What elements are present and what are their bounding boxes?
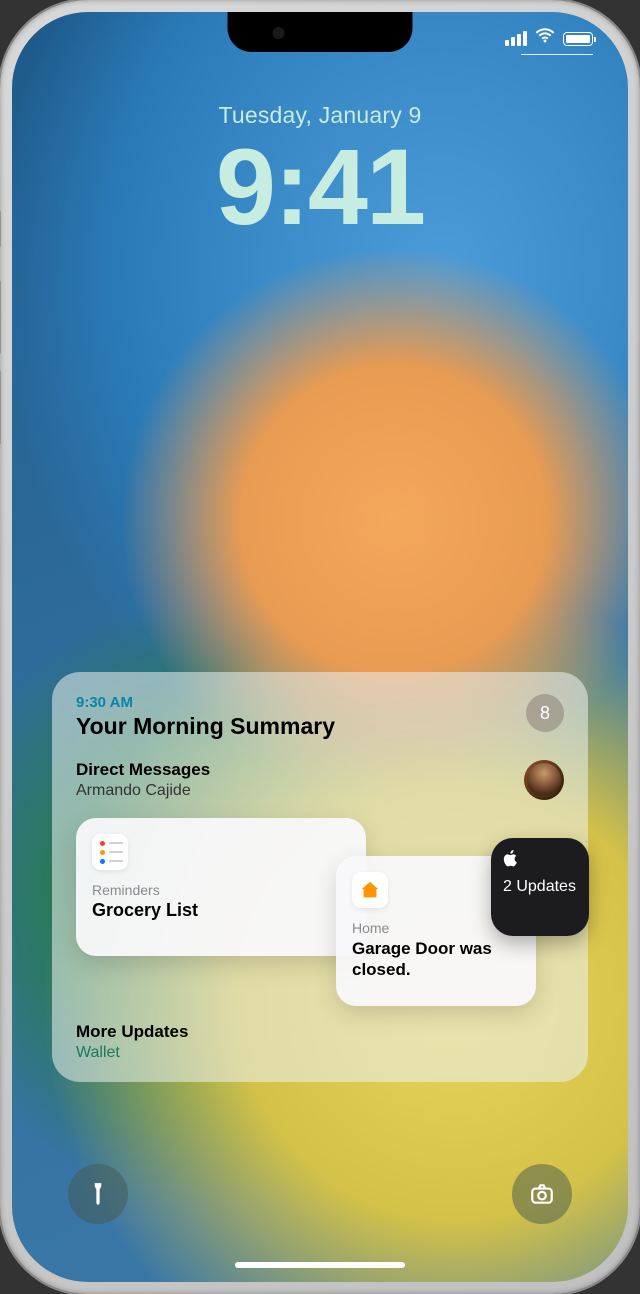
reminders-app-name: Reminders bbox=[92, 882, 350, 898]
summary-time: 9:30 AM bbox=[76, 694, 564, 711]
updates-label: 2 Updates bbox=[503, 878, 577, 896]
summary-title: Your Morning Summary bbox=[76, 713, 564, 740]
camera-button[interactable] bbox=[512, 1164, 572, 1224]
volume-down-button bbox=[0, 370, 1, 445]
device-notch bbox=[228, 12, 413, 52]
lock-screen-shortcuts bbox=[12, 1164, 628, 1224]
system-updates-card[interactable]: 2 Updates bbox=[491, 838, 589, 936]
battery-icon bbox=[563, 32, 593, 46]
reminders-card[interactable]: Reminders Grocery List bbox=[76, 818, 366, 956]
direct-messages-row[interactable]: Direct Messages Armando Cajide bbox=[76, 760, 564, 800]
lock-screen[interactable]: Tuesday, January 9 9:41 9:30 AM Your Mor… bbox=[12, 12, 628, 1282]
home-indicator[interactable] bbox=[235, 1262, 405, 1268]
apple-logo-icon bbox=[503, 850, 577, 872]
reminders-app-icon bbox=[92, 834, 128, 870]
volume-up-button bbox=[0, 280, 1, 355]
status-bar bbox=[505, 28, 593, 49]
direct-messages-heading: Direct Messages bbox=[76, 760, 210, 780]
morning-summary-card[interactable]: 9:30 AM Your Morning Summary 8 Direct Me… bbox=[52, 672, 588, 1082]
lock-time: 9:41 bbox=[12, 133, 628, 241]
home-body: Garage Door was closed. bbox=[352, 938, 520, 981]
cellular-signal-icon bbox=[505, 31, 527, 46]
more-updates-heading: More Updates bbox=[76, 1022, 564, 1042]
home-app-icon bbox=[352, 872, 388, 908]
reminders-title: Grocery List bbox=[92, 900, 350, 921]
flashlight-button[interactable] bbox=[68, 1164, 128, 1224]
more-updates-app: Wallet bbox=[76, 1044, 564, 1062]
mute-switch bbox=[0, 210, 1, 248]
wifi-icon bbox=[535, 28, 555, 49]
summary-count-badge: 8 bbox=[526, 694, 564, 732]
direct-messages-sender: Armando Cajide bbox=[76, 782, 210, 800]
sender-avatar bbox=[524, 760, 564, 800]
lock-date: Tuesday, January 9 bbox=[12, 102, 628, 129]
summary-card-stack: Reminders Grocery List Home Garage Door … bbox=[76, 818, 564, 1008]
more-updates-section[interactable]: More Updates Wallet bbox=[76, 1022, 564, 1062]
iphone-frame: Tuesday, January 9 9:41 9:30 AM Your Mor… bbox=[0, 0, 640, 1294]
